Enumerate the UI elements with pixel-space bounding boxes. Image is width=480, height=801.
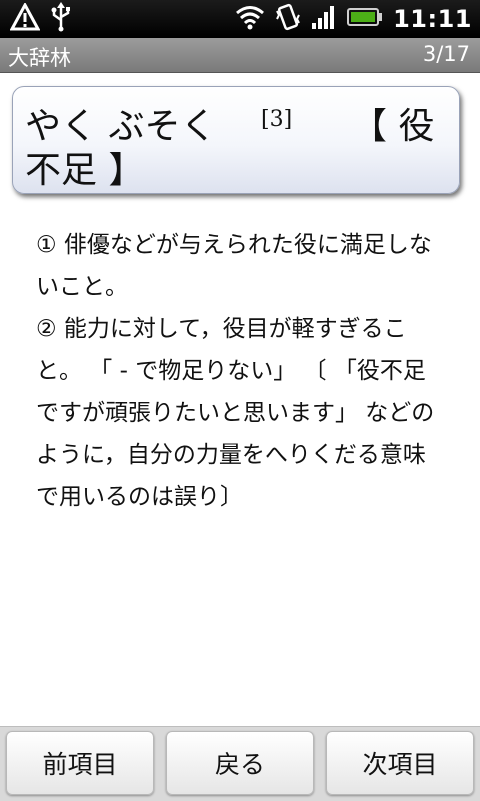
definition-line: ように，自分の力量をへりくだる意味	[36, 442, 426, 468]
status-bar-right: 11:11	[235, 3, 472, 35]
headword-kanji: 【 役	[351, 106, 435, 147]
headword-kanji-continued: 不足 】	[25, 150, 145, 191]
back-button[interactable]: 戻る	[166, 731, 314, 795]
definition-line: ① 俳優などが与えられた役に満足しな	[36, 232, 432, 258]
usb-icon	[50, 2, 72, 36]
app-title: 大辞林	[8, 46, 71, 70]
definition-line: で用いるのは誤り〕	[36, 484, 243, 510]
battery-icon	[347, 7, 383, 31]
headword-card: やく ぶそく [3] 【 役 不足 】	[12, 86, 460, 194]
wifi-icon	[235, 4, 265, 34]
definition-text: ① 俳優などが与えられた役に満足しな いこと。 ② 能力に対して，役目が軽すぎる…	[36, 224, 456, 518]
status-bar: 11:11	[0, 0, 480, 38]
bottom-navigation-bar: 前項目 戻る 次項目	[0, 726, 480, 801]
definition-line: ② 能力に対して，役目が軽すぎるこ	[36, 316, 407, 342]
status-time: 11:11	[393, 5, 472, 33]
definition-line: と。 「 - で物足りない」 〔 「役不足	[36, 358, 426, 384]
warning-icon	[9, 1, 41, 35]
previous-entry-button[interactable]: 前項目	[6, 731, 154, 795]
page-counter: 3/17	[422, 42, 470, 66]
headword-number: [3]	[261, 107, 293, 132]
definition-line: いこと。	[36, 274, 128, 300]
status-bar-left	[9, 1, 72, 36]
definition-line: ですが頑張りたいと思います」 などの	[36, 400, 435, 426]
title-bar: 大辞林 3/17	[0, 38, 480, 73]
next-entry-button[interactable]: 次項目	[326, 731, 474, 795]
vibrate-icon	[275, 3, 301, 35]
signal-icon	[311, 4, 337, 34]
